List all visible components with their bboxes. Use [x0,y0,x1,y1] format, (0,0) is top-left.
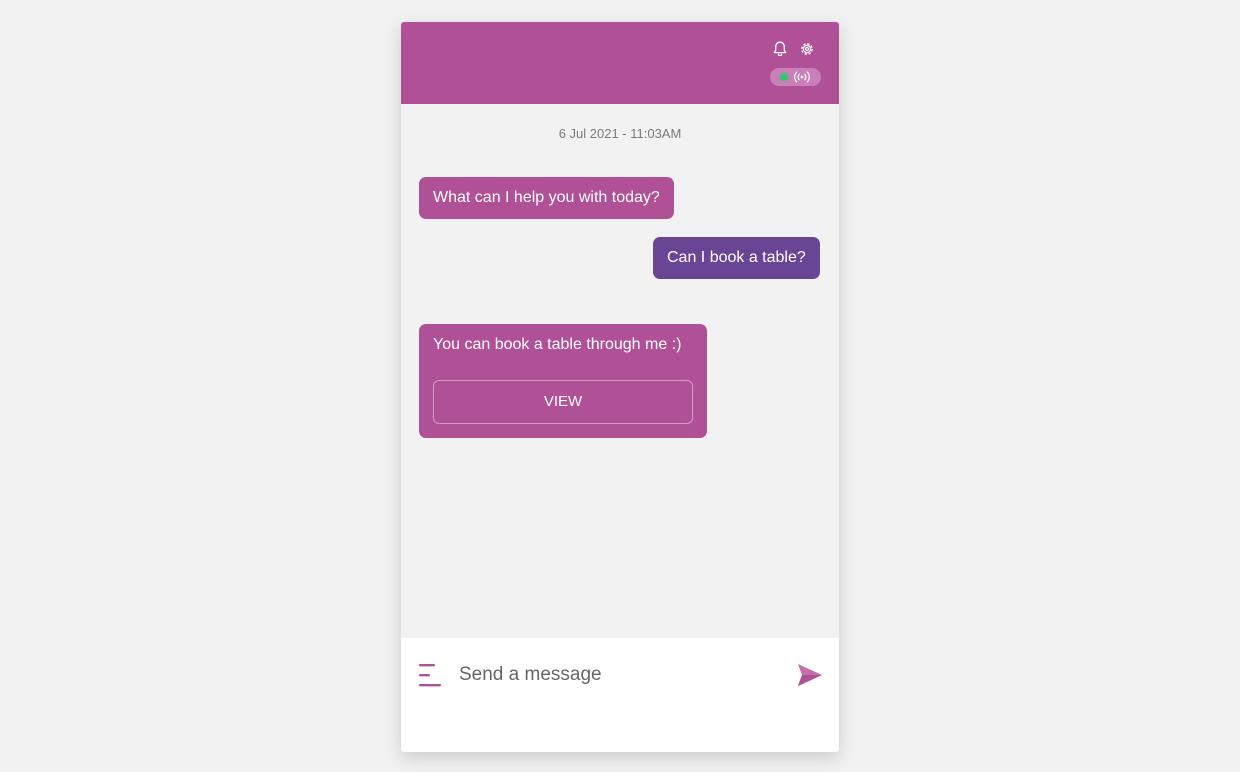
online-status-dot [780,73,788,81]
gear-icon[interactable] [798,40,816,58]
page: 6 Jul 2021 - 11:03AM What can I help you… [0,0,1240,772]
user-message: Can I book a table? [653,237,820,279]
bot-message-text: You can book a table through me :) [433,336,682,353]
bot-message: What can I help you with today? [419,177,674,219]
message-list[interactable]: 6 Jul 2021 - 11:03AM What can I help you… [401,104,839,638]
menu-icon[interactable] [419,663,443,687]
message-composer [401,638,839,752]
send-icon[interactable] [797,663,823,687]
chat-widget: 6 Jul 2021 - 11:03AM What can I help you… [401,22,839,752]
bot-message-card: You can book a table through me :) VIEW [419,324,707,438]
broadcast-icon [793,70,811,84]
chat-header [401,22,839,104]
conversation-timestamp: 6 Jul 2021 - 11:03AM [558,126,682,141]
bell-icon[interactable] [771,40,789,58]
view-button[interactable]: VIEW [433,380,693,424]
connection-status-toggle[interactable] [770,68,821,86]
message-input[interactable] [459,660,779,690]
